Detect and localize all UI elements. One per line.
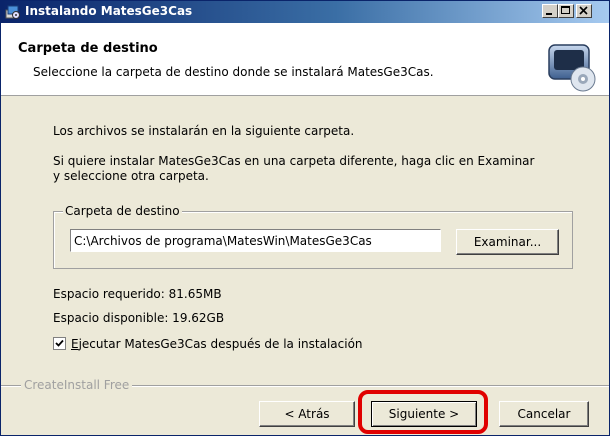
installer-window: Instalando MatesGe3Cas Carpeta de destin… [0, 0, 610, 436]
page-title: Carpeta de destino [18, 41, 158, 56]
browse-button[interactable]: Examinar... [456, 229, 559, 255]
run-after-install-checkbox[interactable] [53, 337, 66, 350]
back-button[interactable]: < Atrás [259, 401, 355, 427]
close-button[interactable] [576, 4, 592, 18]
space-required-text: Espacio requerido: 81.65MB [53, 287, 222, 301]
maximize-button[interactable] [558, 4, 574, 18]
space-available-text: Espacio disponible: 19.62GB [53, 311, 225, 325]
instructions-text-line1: Si quiere instalar MatesGe3Cas en una ca… [53, 154, 535, 168]
run-after-install-mnemonic: E [71, 337, 79, 351]
instructions-text-line2: y seleccione otra carpeta. [53, 169, 209, 183]
destination-path-input[interactable] [70, 229, 441, 252]
cd-drive-icon [547, 43, 597, 93]
destination-group-label: Carpeta de destino [63, 204, 182, 218]
title-bar[interactable]: Instalando MatesGe3Cas [1, 1, 609, 23]
window-title: Instalando MatesGe3Cas [25, 4, 193, 18]
brand-label: CreateInstall Free [21, 378, 133, 392]
run-after-install-label[interactable]: Ejecutar MatesGe3Cas después de la insta… [71, 337, 363, 351]
destination-group: Carpeta de destino Examinar... [53, 204, 573, 269]
checkmark-icon [55, 339, 64, 347]
next-button[interactable]: Siguiente > [371, 401, 477, 427]
intro-text: Los archivos se instalarán en la siguien… [53, 124, 355, 138]
minimize-button[interactable] [542, 4, 558, 18]
run-after-install-label-text: jecutar MatesGe3Cas después de la instal… [78, 337, 363, 351]
wizard-header: Carpeta de destino Seleccione la carpeta… [1, 23, 609, 96]
installer-icon [5, 4, 21, 20]
page-subtitle: Seleccione la carpeta de destino donde s… [33, 65, 434, 79]
cancel-button[interactable]: Cancelar [499, 401, 589, 427]
